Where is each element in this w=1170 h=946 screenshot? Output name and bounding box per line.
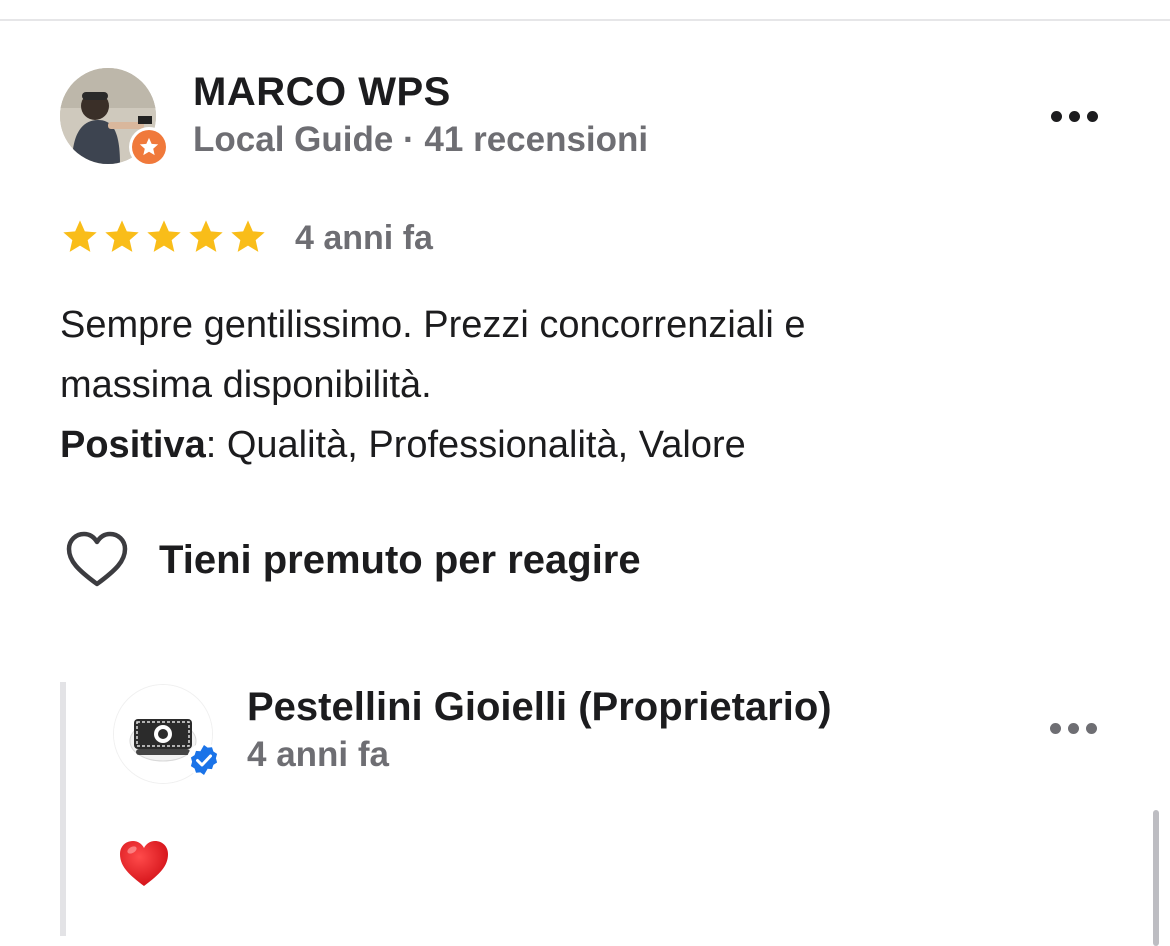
reviewer-meta: Local Guide · 41 recensioni — [193, 120, 649, 159]
more-options-icon — [1050, 723, 1061, 734]
star-icon — [231, 220, 265, 252]
react-button[interactable]: Tieni premuto per reagire — [64, 530, 641, 590]
star-icon — [105, 220, 139, 252]
local-guide-star-icon — [139, 137, 159, 156]
positive-label: Positiva — [60, 424, 206, 466]
reply-more-options-button[interactable] — [1050, 723, 1097, 734]
owner-name[interactable]: Pestellini Gioielli (Proprietario) — [247, 685, 832, 730]
top-divider — [0, 19, 1170, 21]
star-rating — [60, 215, 268, 259]
reviewer-name[interactable]: MARCO WPS — [193, 70, 451, 115]
star-icon — [189, 220, 223, 252]
star-icon — [147, 220, 181, 252]
star-icon — [63, 220, 97, 252]
red-heart-emoji — [120, 841, 168, 886]
more-options-icon — [1051, 111, 1062, 122]
review-age: 4 anni fa — [295, 219, 433, 257]
local-guide-badge — [129, 127, 169, 167]
review-text-line: massima disponibilità. — [60, 364, 432, 406]
heart-outline-icon — [66, 531, 128, 587]
verified-check-icon — [187, 743, 221, 777]
positive-values: : Qualità, Professionalità, Valore — [205, 424, 746, 466]
review-text-line: Sempre gentilissimo. Prezzi concorrenzia… — [60, 304, 806, 346]
positive-aspects: Positiva: Qualità, Professionalità, Valo… — [60, 415, 1120, 475]
owner-reply-age: 4 anni fa — [247, 735, 389, 774]
review-more-options-button[interactable] — [1051, 111, 1098, 122]
review-text: Sempre gentilissimo. Prezzi concorrenzia… — [60, 295, 1120, 475]
reply-rail — [60, 682, 66, 936]
react-label: Tieni premuto per reagire — [159, 537, 641, 582]
scrollbar[interactable] — [1153, 810, 1159, 946]
